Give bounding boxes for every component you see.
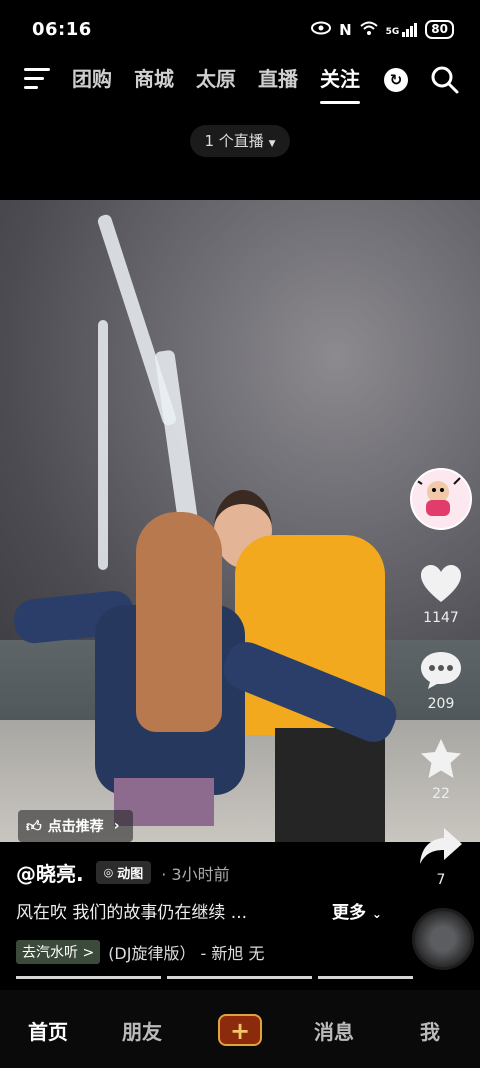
eye-icon (311, 21, 332, 38)
nfc-icon: N (339, 20, 352, 39)
nav-messages[interactable]: 消息 (314, 1016, 354, 1045)
share-button[interactable]: 7 (408, 826, 474, 888)
comment-icon (421, 652, 461, 689)
tab-following[interactable]: 关注 (320, 64, 360, 104)
caret-down-icon: ▼ (268, 139, 276, 149)
author-row: @晓亮. ◎ 动图 · 3小时前 (16, 858, 396, 887)
progress-segment (318, 976, 413, 979)
progress-segment (167, 976, 312, 979)
nav-home[interactable]: 首页 (28, 1016, 68, 1045)
progress-bar (16, 976, 413, 979)
post-type-tag: ◎ 动图 (95, 861, 152, 884)
share-arrow-icon (420, 828, 462, 864)
woman-hair (136, 512, 222, 732)
status-icons: N 5G 80 (311, 20, 454, 39)
man-pants (275, 728, 385, 842)
network-type: 5G (385, 26, 400, 37)
more-button[interactable]: 更多 ⌄ (332, 898, 382, 923)
favorite-count: 22 (432, 786, 450, 802)
more-label: 更多 (332, 903, 366, 923)
post-time: · 3小时前 (161, 864, 230, 884)
like-count: 1147 (423, 610, 459, 626)
share-count: 7 (436, 872, 446, 888)
top-tabs: 团购 商城 太原 直播 关注 (72, 64, 382, 104)
chevron-right-icon: › (113, 818, 120, 834)
nav-me[interactable]: 我 (420, 1016, 440, 1045)
comment-count: 209 (427, 696, 455, 712)
post-info: @晓亮. ◎ 动图 · 3小时前 (16, 858, 396, 887)
menu-icon[interactable] (24, 68, 50, 90)
creator-avatar[interactable] (410, 468, 472, 530)
live-count-pill[interactable]: 1 个直播 ▼ (190, 125, 290, 157)
post-caption: 风在吹 我们的故事仍在继续 ... (16, 903, 248, 923)
heart-icon (421, 565, 461, 602)
music-title: (DJ旋律版） - 新旭 无 (108, 944, 265, 963)
music-source-tag[interactable]: 去汽水听 > (16, 940, 101, 964)
bottom-nav: 首页 朋友 + 消息 我 (0, 990, 480, 1068)
chevron-down-icon: ⌄ (371, 907, 382, 921)
comment-button[interactable]: 209 (408, 650, 474, 712)
status-time: 06:16 (32, 19, 92, 40)
signal-icon: 5G (385, 22, 418, 37)
recommend-label: 点击推荐 (47, 819, 104, 835)
wifi-icon (359, 21, 378, 38)
refresh-icon[interactable]: ↻ (384, 68, 408, 92)
recommend-button[interactable]: 👍︎ 点击推荐 › (18, 810, 134, 842)
status-bar: 06:16 N 5G 80 (0, 0, 480, 56)
tab-live[interactable]: 直播 (258, 64, 298, 94)
tab-mall[interactable]: 商城 (134, 64, 174, 94)
like-button[interactable]: 1147 (408, 564, 474, 626)
progress-segment (16, 976, 161, 979)
nav-friends[interactable]: 朋友 (122, 1016, 162, 1045)
add-post-button[interactable]: + (218, 1014, 262, 1046)
author-name[interactable]: @晓亮. (16, 858, 84, 887)
waterfall (98, 320, 108, 570)
music-disc[interactable] (412, 908, 474, 970)
favorite-button[interactable]: 22 (408, 738, 474, 802)
star-icon (421, 739, 461, 778)
battery-indicator: 80 (425, 20, 454, 39)
search-icon[interactable] (430, 65, 460, 99)
target-icon: ◎ (103, 866, 114, 879)
post-type-label: 动图 (117, 867, 144, 882)
music-row[interactable]: 去汽水听 > (DJ旋律版） - 新旭 无 (16, 940, 265, 964)
tab-group-buy[interactable]: 团购 (72, 64, 112, 94)
thumbs-up-icon: 👍︎ (26, 816, 42, 835)
tab-local[interactable]: 太原 (196, 64, 236, 94)
live-count-label: 1 个直播 (204, 132, 264, 150)
top-nav: 团购 商城 太原 直播 关注 ↻ (0, 56, 480, 116)
